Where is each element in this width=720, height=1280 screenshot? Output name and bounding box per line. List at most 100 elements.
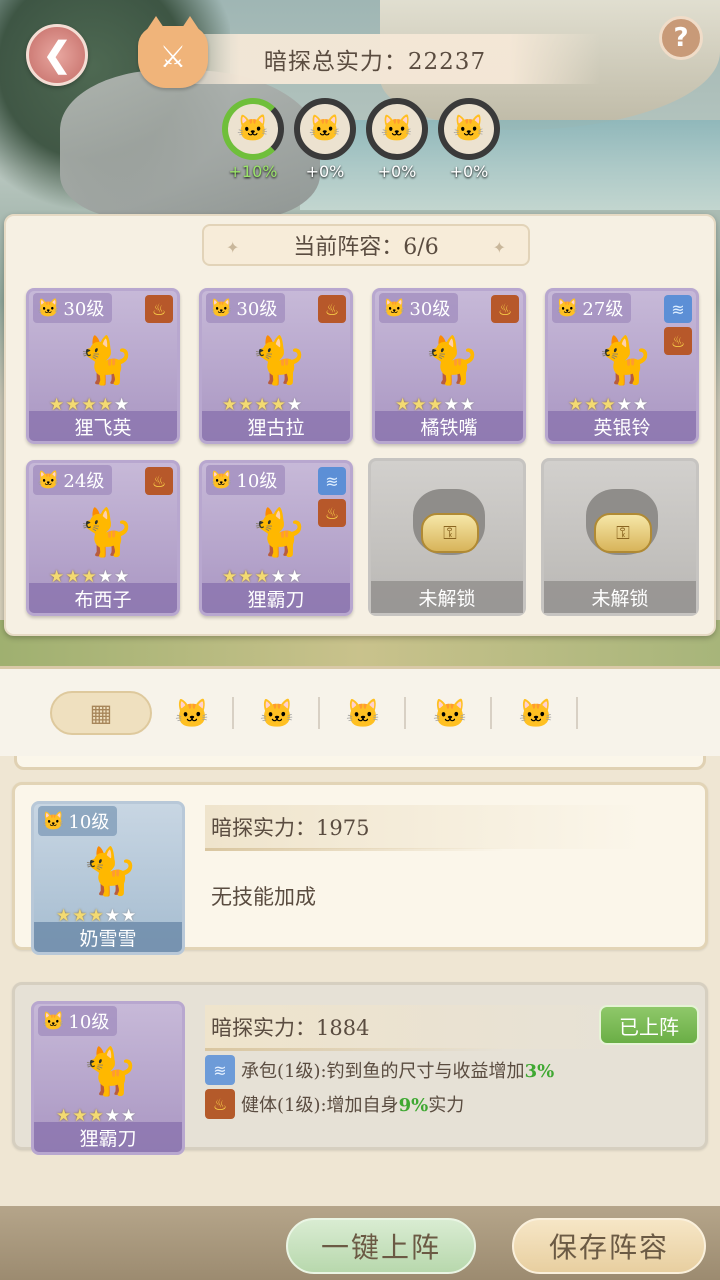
cat-portrait: 🐈 xyxy=(423,332,481,387)
level-text: 10级 xyxy=(236,471,278,492)
blue-cat-icon: 🐱 xyxy=(432,696,468,730)
lineup-card[interactable]: 🐱 30级 ♨ 🐈 ★★★★★ 橘铁嘴 xyxy=(372,288,526,444)
lineup-card[interactable]: 🐱 30级 ♨ 🐈 ★★★★★ 狸飞英 xyxy=(26,288,180,444)
arrow-left-icon: ❮ xyxy=(42,35,72,75)
bonus-orange-cat: 🐱 +0% xyxy=(294,98,356,181)
gray-cat-icon: 🐱 xyxy=(210,469,233,491)
lineup-title-text: 当前阵容：6/6 xyxy=(293,235,439,260)
wave-skill-icon: ≋ xyxy=(205,1055,235,1085)
bonus-value: +0% xyxy=(449,162,489,181)
skill-text: 实力 xyxy=(428,1095,465,1116)
cat-card[interactable]: 🐱 10级 🐈 ★★★★★ 狸霸刀 xyxy=(31,1001,185,1155)
cat-name: 狸霸刀 xyxy=(202,583,350,613)
filter-orange-cat[interactable]: 🐱 xyxy=(255,693,299,733)
skill-value: 9% xyxy=(398,1095,429,1116)
gray-cat-icon: 🐱 xyxy=(222,98,284,160)
orange-cat-icon: 🐱 xyxy=(383,297,406,319)
level-text: 30级 xyxy=(63,299,105,320)
quick-deploy-button[interactable]: 一键上阵 xyxy=(286,1218,476,1274)
bonus-gray-cat: 🐱 +10% xyxy=(222,98,284,181)
fire-skill-icon: ♨ xyxy=(664,327,692,355)
power-label: 暗探实力：1975 xyxy=(205,805,645,851)
filter-white-gray-cat[interactable]: 🐱 xyxy=(341,693,385,733)
calico-cat-icon: 🐱 xyxy=(518,696,554,730)
divider xyxy=(576,697,578,729)
deployed-badge[interactable]: 已上阵 xyxy=(599,1005,699,1045)
power-label: 暗探实力：1884 xyxy=(205,1005,645,1051)
divider xyxy=(232,697,234,729)
filter-calico-cat[interactable]: 🐱 xyxy=(514,693,558,733)
blue-cat-icon: 🐱 xyxy=(438,98,500,160)
fire-skill-icon: ♨ xyxy=(145,295,173,323)
cat-name: 狸霸刀 xyxy=(34,1122,182,1152)
cat-portrait: 🐈 xyxy=(77,504,135,559)
fire-skill-icon: ♨ xyxy=(205,1089,235,1119)
cat-list: 🐱 10级 🐈 ★★★★★ 奶雪雪 暗探实力：1975 无技能加成 🐱 10级 🐈 … xyxy=(0,756,720,1206)
save-lineup-button[interactable]: 保存阵容 xyxy=(512,1218,706,1274)
type-bonus-row: 🐱 +10% 🐱 +0% 🐱 +0% 🐱 +0% xyxy=(222,98,502,188)
calico-cat-icon: 🐱 xyxy=(42,810,65,832)
locked-label: 未解锁 xyxy=(544,581,696,613)
locked-slot[interactable]: ⚿ 未解锁 xyxy=(368,458,526,616)
cat-portrait: 🐈 xyxy=(81,1043,139,1098)
wave-skill-icon: ≋ xyxy=(664,295,692,323)
gray-cat-icon: 🐱 xyxy=(174,696,210,730)
level-text: 24级 xyxy=(63,471,105,492)
cat-sword-icon: ⚔ xyxy=(138,16,208,88)
cat-type-filter-bar: ▦ 🐱 🐱 🐱 🐱 🐱 xyxy=(0,666,720,756)
skill-line: ♨ 健体(1级):增加自身9%实力 xyxy=(205,1089,464,1119)
bonus-white-cat: 🐱 +0% xyxy=(366,98,428,181)
lineup-title: ✦ 当前阵容：6/6 ✦ xyxy=(202,224,530,266)
cat-card[interactable]: 🐱 10级 🐈 ★★★★★ 奶雪雪 xyxy=(31,801,185,955)
lock-icon: ⚿ xyxy=(421,513,479,553)
filter-blue-cat[interactable]: 🐱 xyxy=(428,693,472,733)
fire-skill-icon: ♨ xyxy=(318,295,346,323)
fire-skill-icon: ♨ xyxy=(145,467,173,495)
skill-line: ≋ 承包(1级):钓到鱼的尺寸与收益增加3% xyxy=(205,1055,554,1085)
total-power-bar: 暗探总实力：22237 xyxy=(150,34,600,84)
cat-name: 橘铁嘴 xyxy=(375,411,523,441)
question-icon: ? xyxy=(673,23,689,53)
gray-cat-icon: 🐱 xyxy=(37,297,60,319)
level-text: 10级 xyxy=(68,812,110,833)
lineup-card[interactable]: 🐱 27级 ≋ ♨ 🐈 ★★★★★ 英银铃 xyxy=(545,288,699,444)
lineup-card[interactable]: 🐱 24级 ♨ 🐈 ★★★★★ 布西子 xyxy=(26,460,180,616)
filter-gray-cat[interactable]: 🐱 xyxy=(170,693,214,733)
level-text: 27级 xyxy=(582,299,624,320)
lineup-card[interactable]: 🐱 10级 ≋ ♨ 🐈 ★★★★★ 狸霸刀 xyxy=(199,460,353,616)
white-cat-icon: 🐱 xyxy=(366,98,428,160)
ornament-icon: ✦ xyxy=(226,238,240,257)
filter-all-button[interactable]: ▦ xyxy=(50,691,152,735)
fire-skill-icon: ♨ xyxy=(318,499,346,527)
help-button[interactable]: ? xyxy=(659,16,703,60)
divider xyxy=(318,697,320,729)
bonus-blue-cat: 🐱 +0% xyxy=(438,98,500,181)
orange-cat-icon: 🐱 xyxy=(294,98,356,160)
level-text: 30级 xyxy=(236,299,278,320)
locked-label: 未解锁 xyxy=(371,581,523,613)
lock-icon: ⚿ xyxy=(594,513,652,553)
cat-name: 狸古拉 xyxy=(202,411,350,441)
list-item[interactable]: 🐱 10级 🐈 ★★★★★ 奶雪雪 暗探实力：1975 无技能加成 xyxy=(12,782,708,955)
orange-cat-icon: 🐱 xyxy=(259,696,295,730)
list-item xyxy=(14,756,706,770)
skill-value: 3% xyxy=(524,1061,555,1082)
lineup-card[interactable]: 🐱 30级 ♨ 🐈 ★★★★★ 狸古拉 xyxy=(199,288,353,444)
cat-portrait: 🐈 xyxy=(81,843,139,898)
grid-icon: ▦ xyxy=(89,699,113,727)
bottom-action-bar: 一键上阵 保存阵容 xyxy=(0,1206,720,1280)
cat-name: 布西子 xyxy=(29,583,177,613)
cat-portrait: 🐈 xyxy=(250,332,308,387)
list-item[interactable]: 🐱 10级 🐈 ★★★★★ 狸霸刀 暗探实力：1884 已上阵 ≋ 承包(1级):… xyxy=(12,982,708,1155)
gray-cat-icon: 🐱 xyxy=(210,297,233,319)
back-button[interactable]: ❮ xyxy=(26,24,88,86)
bonus-value: +0% xyxy=(377,162,417,181)
cat-name: 狸飞英 xyxy=(29,411,177,441)
ornament-icon: ✦ xyxy=(492,238,506,257)
bonus-value: +10% xyxy=(228,162,278,181)
level-text: 10级 xyxy=(68,1012,110,1033)
blue-cat-icon: 🐱 xyxy=(556,297,579,319)
locked-slot[interactable]: ⚿ 未解锁 xyxy=(541,458,699,616)
cat-portrait: 🐈 xyxy=(596,332,654,387)
total-power-label: 暗探总实力：22237 xyxy=(263,49,487,75)
